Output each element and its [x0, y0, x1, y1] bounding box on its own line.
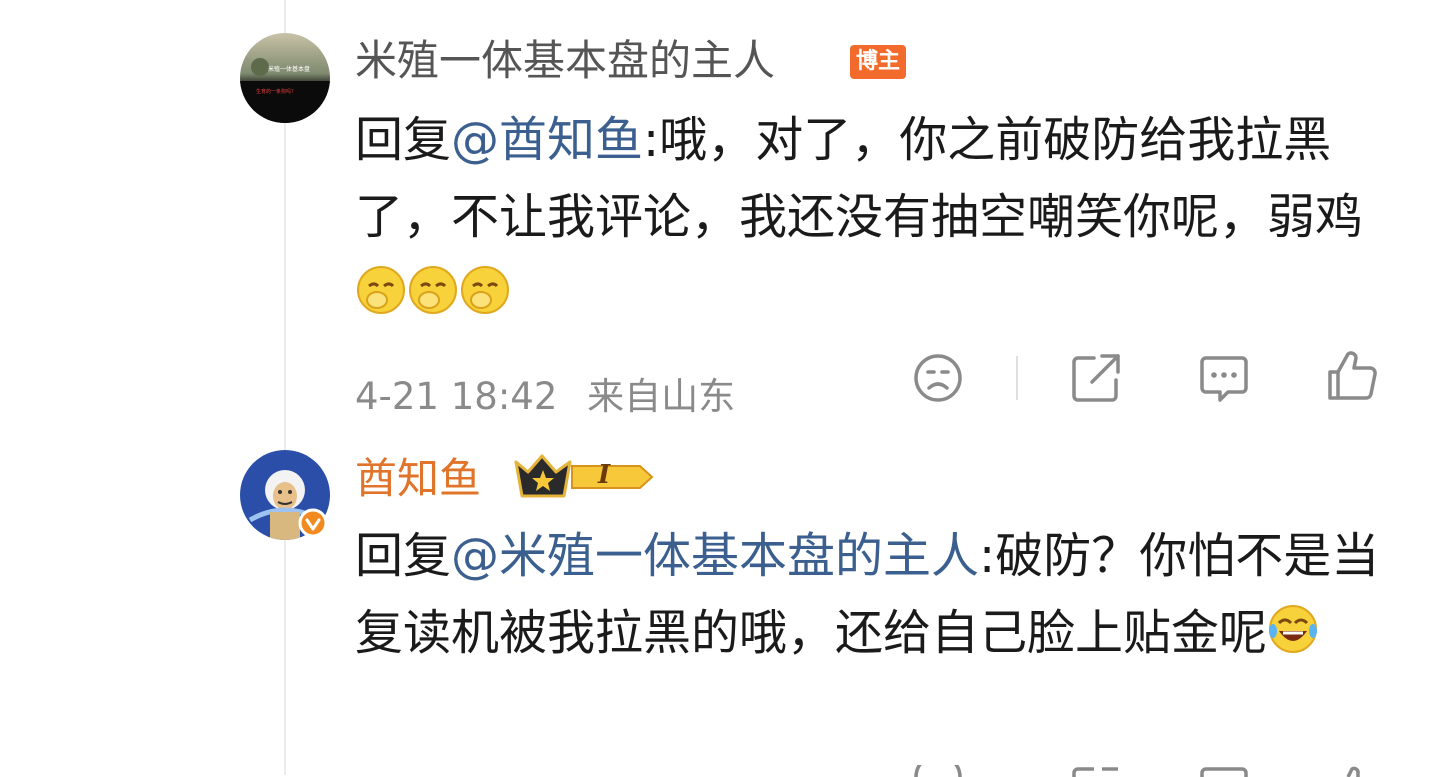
avatar-image: 米殖一体基本盘 生育的一条狗吗？ [240, 33, 330, 123]
mention-link[interactable]: @酋知鱼 [451, 112, 643, 168]
like-icon[interactable] [1324, 348, 1380, 404]
reply-prefix: 回复 [355, 112, 452, 168]
shy-emoji-icon [409, 266, 457, 314]
laugh-cry-emoji-icon [1269, 605, 1318, 653]
action-divider [1016, 356, 1018, 400]
like-icon[interactable] [1324, 765, 1380, 777]
emoji-group [1267, 605, 1319, 661]
avatar-caption-2: 生育的一条狗吗？ [256, 88, 296, 95]
share-icon[interactable] [1068, 350, 1124, 406]
comment-text: 回复@米殖一体基本盘的主人:破防？你怕不是当复读机被我拉黑的哦，还给自己脸上贴金… [355, 518, 1395, 672]
dislike-icon[interactable] [910, 350, 966, 406]
verified-icon [298, 508, 328, 538]
emoji-group [355, 266, 511, 322]
avatar-caption-1: 米殖一体基本盘 [268, 65, 310, 73]
comment-text: 回复@酋知鱼:哦，对了，你之前破防给我拉黑了，不让我评论，我还没有抽空嘲笑你呢，… [355, 102, 1395, 333]
dislike-icon[interactable] [910, 765, 966, 777]
reply-prefix: 回复 [355, 528, 452, 584]
shy-emoji-icon [461, 266, 509, 314]
member-level-badge[interactable]: I [512, 452, 657, 502]
shy-emoji-icon [357, 266, 405, 314]
mention-link[interactable]: @米殖一体基本盘的主人 [451, 528, 979, 584]
blogger-badge: 博主 [850, 45, 907, 79]
comment-icon[interactable] [1196, 765, 1252, 777]
location: 来自山东 [587, 375, 736, 418]
username[interactable]: 酋知鱼 [355, 451, 481, 507]
user-avatar[interactable]: 米殖一体基本盘 生育的一条狗吗？ [240, 33, 330, 123]
username[interactable]: 米殖一体基本盘的主人 [355, 33, 775, 89]
timestamp: 4-21 18:42 [355, 375, 558, 418]
comment-icon[interactable] [1196, 350, 1252, 406]
share-icon[interactable] [1068, 765, 1124, 777]
crown-icon [514, 454, 654, 498]
member-level: I [598, 460, 611, 490]
comment-meta: 4-21 18:42 来自山东 [355, 366, 735, 420]
